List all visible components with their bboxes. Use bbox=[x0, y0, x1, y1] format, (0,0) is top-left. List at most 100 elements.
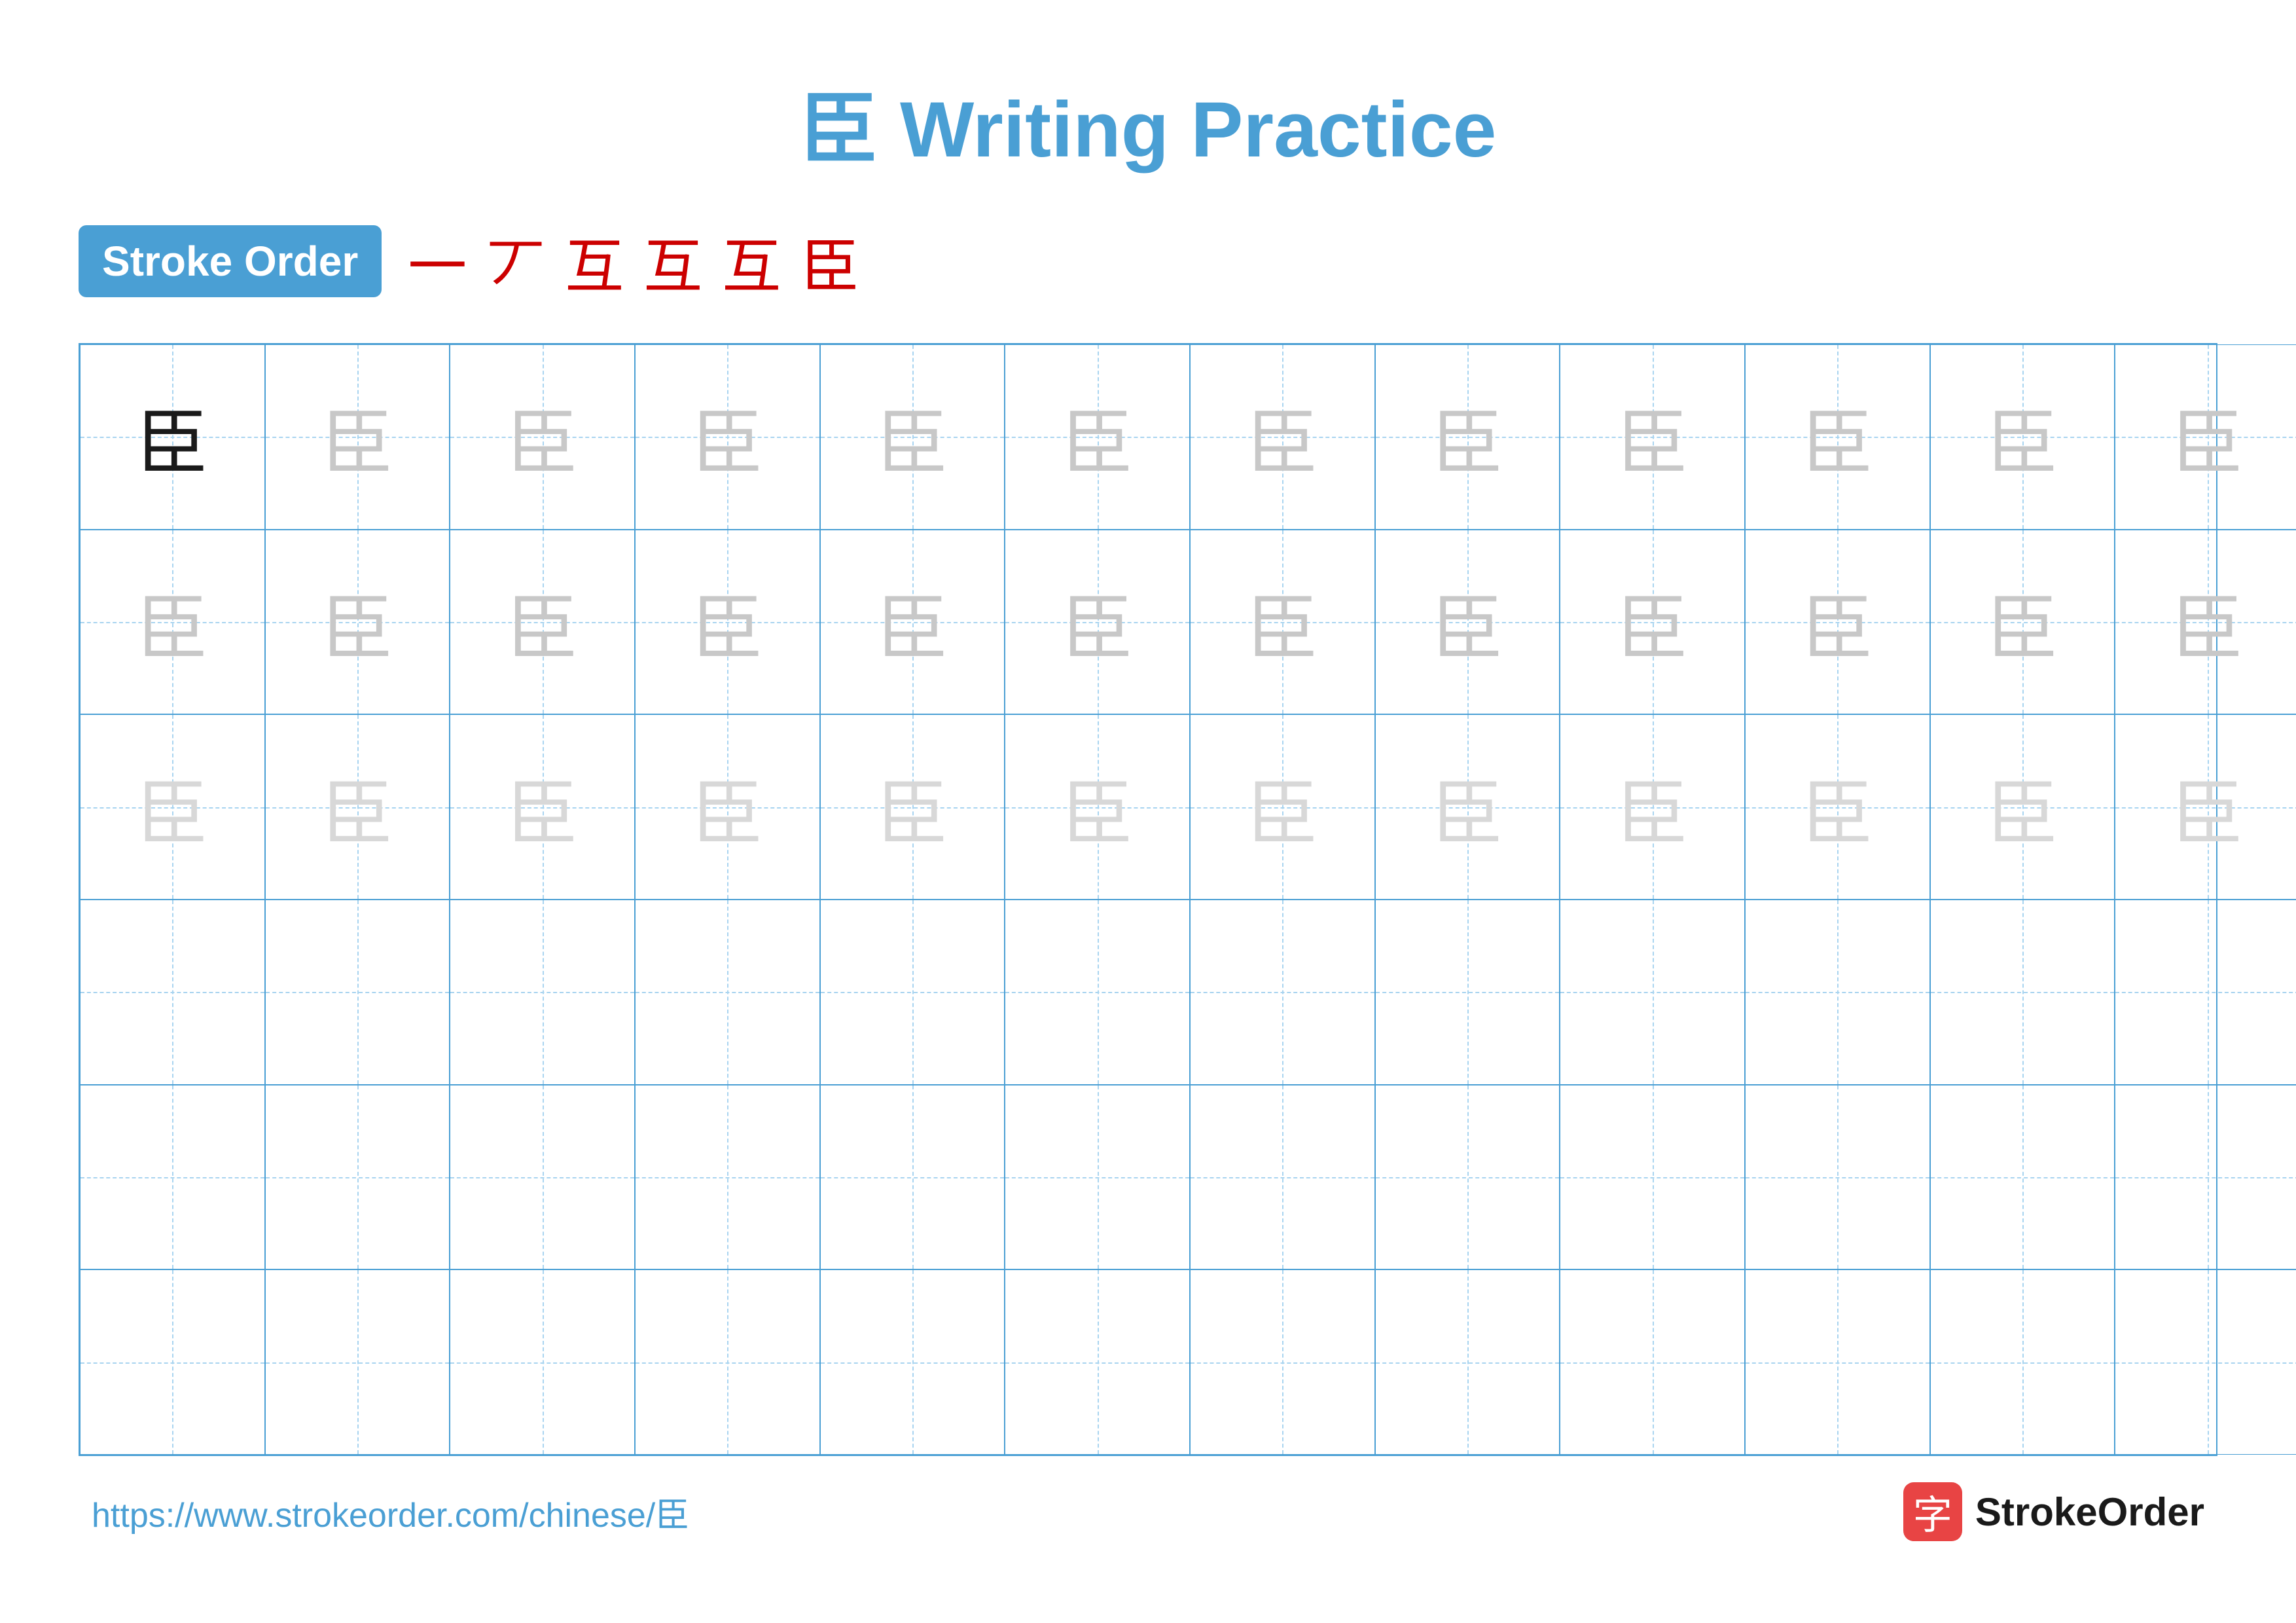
cell-character: 臣 bbox=[876, 755, 948, 860]
cell-character: 臣 bbox=[1246, 384, 1318, 489]
grid-cell[interactable] bbox=[1930, 1269, 2115, 1455]
cell-character: 臣 bbox=[1801, 570, 1873, 674]
grid-cell[interactable] bbox=[1930, 1085, 2115, 1270]
grid-cell[interactable]: 臣 bbox=[1745, 530, 1930, 715]
grid-cell[interactable]: 臣 bbox=[1560, 714, 1745, 900]
grid-cell[interactable] bbox=[1190, 900, 1375, 1085]
grid-cell[interactable]: 臣 bbox=[1745, 344, 1930, 530]
cell-character: 臣 bbox=[136, 755, 208, 860]
footer-logo: 字 StrokeOrder bbox=[1903, 1482, 2204, 1541]
grid-cell[interactable]: 臣 bbox=[1930, 344, 2115, 530]
grid-cell[interactable]: 臣 bbox=[450, 714, 635, 900]
grid-cell[interactable]: 臣 bbox=[1560, 530, 1745, 715]
grid-cell[interactable] bbox=[450, 900, 635, 1085]
grid-cell[interactable] bbox=[1005, 1085, 1190, 1270]
logo-icon: 字 bbox=[1903, 1482, 1962, 1541]
grid-cell[interactable] bbox=[1560, 1085, 1745, 1270]
cell-character: 臣 bbox=[1986, 570, 2058, 674]
cell-character: 臣 bbox=[1801, 384, 1873, 489]
stroke-step-3: 互 bbox=[643, 219, 702, 304]
grid-cell[interactable] bbox=[1560, 900, 1745, 1085]
cell-character: 臣 bbox=[691, 755, 763, 860]
grid-cell[interactable]: 臣 bbox=[635, 344, 820, 530]
grid-cell[interactable]: 臣 bbox=[1375, 714, 1560, 900]
grid-cell[interactable] bbox=[1745, 900, 1930, 1085]
grid-cell[interactable] bbox=[80, 1269, 265, 1455]
grid-cell[interactable] bbox=[265, 1269, 450, 1455]
grid-cell[interactable] bbox=[1375, 900, 1560, 1085]
grid-cell[interactable]: 臣 bbox=[2115, 530, 2296, 715]
cell-character: 臣 bbox=[1986, 755, 2058, 860]
grid-cell[interactable]: 臣 bbox=[2115, 714, 2296, 900]
grid-cell[interactable] bbox=[1745, 1085, 1930, 1270]
grid-cell[interactable] bbox=[265, 1085, 450, 1270]
grid-cell[interactable]: 臣 bbox=[1190, 344, 1375, 530]
cell-character: 臣 bbox=[507, 755, 579, 860]
grid-cell[interactable]: 臣 bbox=[1375, 530, 1560, 715]
grid-cell[interactable]: 臣 bbox=[1005, 714, 1190, 900]
grid-cell[interactable]: 臣 bbox=[450, 344, 635, 530]
grid-cell[interactable]: 臣 bbox=[1005, 530, 1190, 715]
grid-cell[interactable]: 臣 bbox=[1560, 344, 1745, 530]
stroke-sequence: 一丆互互互臣 bbox=[408, 219, 859, 304]
grid-cell[interactable]: 臣 bbox=[2115, 344, 2296, 530]
grid-cell[interactable] bbox=[1190, 1085, 1375, 1270]
grid-cell[interactable] bbox=[635, 1269, 820, 1455]
cell-character: 臣 bbox=[136, 384, 208, 489]
grid-cell[interactable] bbox=[2115, 1085, 2296, 1270]
grid-cell[interactable]: 臣 bbox=[820, 344, 1005, 530]
grid-cell[interactable] bbox=[635, 1085, 820, 1270]
grid-cell[interactable]: 臣 bbox=[80, 714, 265, 900]
grid-cell[interactable] bbox=[2115, 900, 2296, 1085]
grid-cell[interactable]: 臣 bbox=[820, 530, 1005, 715]
grid-cell[interactable] bbox=[820, 900, 1005, 1085]
grid-cell[interactable] bbox=[2115, 1269, 2296, 1455]
grid-cell[interactable] bbox=[265, 900, 450, 1085]
grid-cell[interactable] bbox=[1560, 1269, 1745, 1455]
cell-character: 臣 bbox=[1062, 570, 1134, 674]
cell-character: 臣 bbox=[507, 384, 579, 489]
cell-character: 臣 bbox=[1431, 570, 1503, 674]
grid-cell[interactable]: 臣 bbox=[1930, 530, 2115, 715]
cell-character: 臣 bbox=[507, 570, 579, 674]
grid-cell[interactable]: 臣 bbox=[265, 530, 450, 715]
grid-cell[interactable]: 臣 bbox=[80, 344, 265, 530]
grid-cell[interactable] bbox=[635, 900, 820, 1085]
grid-cell[interactable] bbox=[1375, 1085, 1560, 1270]
grid-cell[interactable]: 臣 bbox=[450, 530, 635, 715]
grid-cell[interactable] bbox=[820, 1085, 1005, 1270]
cell-character: 臣 bbox=[876, 384, 948, 489]
grid-cell[interactable]: 臣 bbox=[820, 714, 1005, 900]
grid-cell[interactable]: 臣 bbox=[635, 714, 820, 900]
grid-cell[interactable]: 臣 bbox=[265, 344, 450, 530]
page-title: 臣 Writing Practice bbox=[79, 65, 2217, 179]
grid-cell[interactable] bbox=[1005, 1269, 1190, 1455]
footer: https://www.strokeorder.com/chinese/臣 字 … bbox=[79, 1482, 2217, 1541]
grid-cell[interactable] bbox=[1005, 900, 1190, 1085]
grid-cell[interactable]: 臣 bbox=[80, 530, 265, 715]
grid-cell[interactable] bbox=[1375, 1269, 1560, 1455]
grid-cell[interactable]: 臣 bbox=[1005, 344, 1190, 530]
grid-cell[interactable] bbox=[80, 900, 265, 1085]
grid-cell[interactable] bbox=[820, 1269, 1005, 1455]
grid-cell[interactable] bbox=[1190, 1269, 1375, 1455]
footer-url[interactable]: https://www.strokeorder.com/chinese/臣 bbox=[92, 1487, 689, 1537]
grid-cell[interactable] bbox=[80, 1085, 265, 1270]
grid-cell[interactable] bbox=[1745, 1269, 1930, 1455]
grid-cell[interactable]: 臣 bbox=[1190, 530, 1375, 715]
grid-cell[interactable]: 臣 bbox=[635, 530, 820, 715]
stroke-step-0: 一 bbox=[408, 219, 467, 304]
grid-cell[interactable] bbox=[450, 1085, 635, 1270]
stroke-order-row: Stroke Order 一丆互互互臣 bbox=[79, 219, 2217, 304]
cell-character: 臣 bbox=[1617, 755, 1689, 860]
grid-cell[interactable] bbox=[1930, 900, 2115, 1085]
grid-cell[interactable]: 臣 bbox=[1375, 344, 1560, 530]
stroke-step-2: 互 bbox=[565, 219, 624, 304]
page: 臣 Writing Practice Stroke Order 一丆互互互臣 臣… bbox=[0, 0, 2296, 1623]
grid-cell[interactable]: 臣 bbox=[265, 714, 450, 900]
grid-cell[interactable]: 臣 bbox=[1190, 714, 1375, 900]
grid-cell[interactable]: 臣 bbox=[1930, 714, 2115, 900]
grid-cell[interactable]: 臣 bbox=[1745, 714, 1930, 900]
grid-cell[interactable] bbox=[450, 1269, 635, 1455]
cell-character: 臣 bbox=[1617, 570, 1689, 674]
